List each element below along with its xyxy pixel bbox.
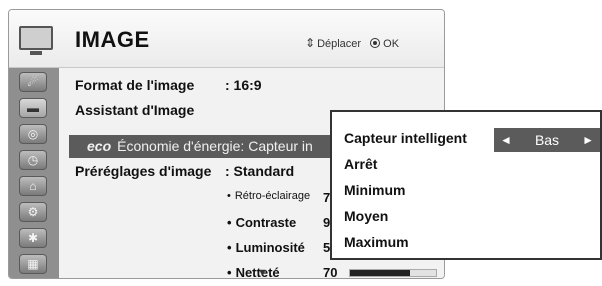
brightness-label: Luminosité <box>235 240 305 255</box>
4-way-arrows-icon: ⇕ <box>305 36 316 50</box>
satellite-dish-icon[interactable]: ☄ <box>19 72 47 92</box>
energy-saving-label: Économie d'énergie: Capteur in <box>117 138 313 154</box>
energy-saving-options-popup: Capteur intelligent ◄ Bas ► Arrêt Minimu… <box>330 110 602 260</box>
menu-item-assistant[interactable]: Assistant d'Image <box>75 102 194 118</box>
option-medium[interactable]: Moyen <box>344 208 388 224</box>
bullet: • <box>227 265 232 279</box>
lock-icon[interactable]: ⌂ <box>19 176 47 196</box>
selector-value: Bas <box>534 132 560 148</box>
backlight-label: Rétro-éclairage <box>234 190 311 202</box>
bullet: • <box>227 240 232 255</box>
menu-item-picture-preset[interactable]: Préréglages d'image : Standard <box>75 163 294 179</box>
menu-item-format[interactable]: Format de l'image : 16:9 <box>75 77 262 93</box>
tv-screen-icon[interactable]: ▬ <box>19 98 47 118</box>
navigation-hint: ⇕ Déplacer OK <box>305 36 399 50</box>
sharpness-level-fill <box>350 270 411 276</box>
bullet: • <box>227 190 231 202</box>
option-maximum[interactable]: Maximum <box>344 234 409 250</box>
setting-sharpness[interactable]: • Netteté 70 <box>227 265 337 279</box>
scroll-down-arrow-icon[interactable]: ▼ <box>257 267 268 278</box>
smart-sensor-level-selector[interactable]: ◄ Bas ► <box>494 128 600 152</box>
option-off[interactable]: Arrêt <box>344 156 377 172</box>
setting-backlight[interactable]: • Rétro-éclairage 7 <box>227 190 330 205</box>
setting-brightness[interactable]: • Luminosité 5 <box>227 240 330 255</box>
sharpness-value: 70 <box>323 265 338 279</box>
format-label: Format de l'image <box>75 77 195 93</box>
film-icon[interactable]: ▦ <box>19 254 47 274</box>
category-sidebar: ☄ ▬ ◎ ◷ ⌂ ⚙ ✱ ▦ <box>9 68 59 278</box>
setting-contrast[interactable]: • Contraste 9 <box>227 215 330 230</box>
preset-label: Préréglages d'image <box>75 163 212 179</box>
sharpness-level-bar[interactable] <box>349 269 437 277</box>
usb-icon[interactable]: ✱ <box>19 228 47 248</box>
speaker-icon[interactable]: ◎ <box>19 124 47 144</box>
page-title: IMAGE <box>75 27 150 52</box>
left-arrow-icon[interactable]: ◄ <box>500 133 512 147</box>
preset-value: : Standard <box>225 163 295 179</box>
option-smart-sensor[interactable]: Capteur intelligent <box>344 130 467 146</box>
hint-move-label: Déplacer <box>317 38 362 50</box>
contrast-label: Contraste <box>235 215 297 230</box>
energy-saving-row: eco Économie d'énergie: Capteur in <box>87 138 313 154</box>
eco-icon: eco <box>87 138 112 154</box>
right-arrow-icon[interactable]: ► <box>582 133 594 147</box>
options-icon[interactable]: ⚙ <box>19 202 47 222</box>
hint-ok-label: OK <box>383 38 400 50</box>
option-minimum[interactable]: Minimum <box>344 182 405 198</box>
ok-button-icon <box>370 38 381 48</box>
format-value: : 16:9 <box>225 77 262 93</box>
menu-header: IMAGE ⇕ Déplacer OK <box>9 10 444 68</box>
bullet: • <box>227 215 232 230</box>
clock-icon[interactable]: ◷ <box>19 150 47 170</box>
tv-picture-icon <box>19 26 53 55</box>
assistant-label: Assistant d'Image <box>75 102 195 118</box>
